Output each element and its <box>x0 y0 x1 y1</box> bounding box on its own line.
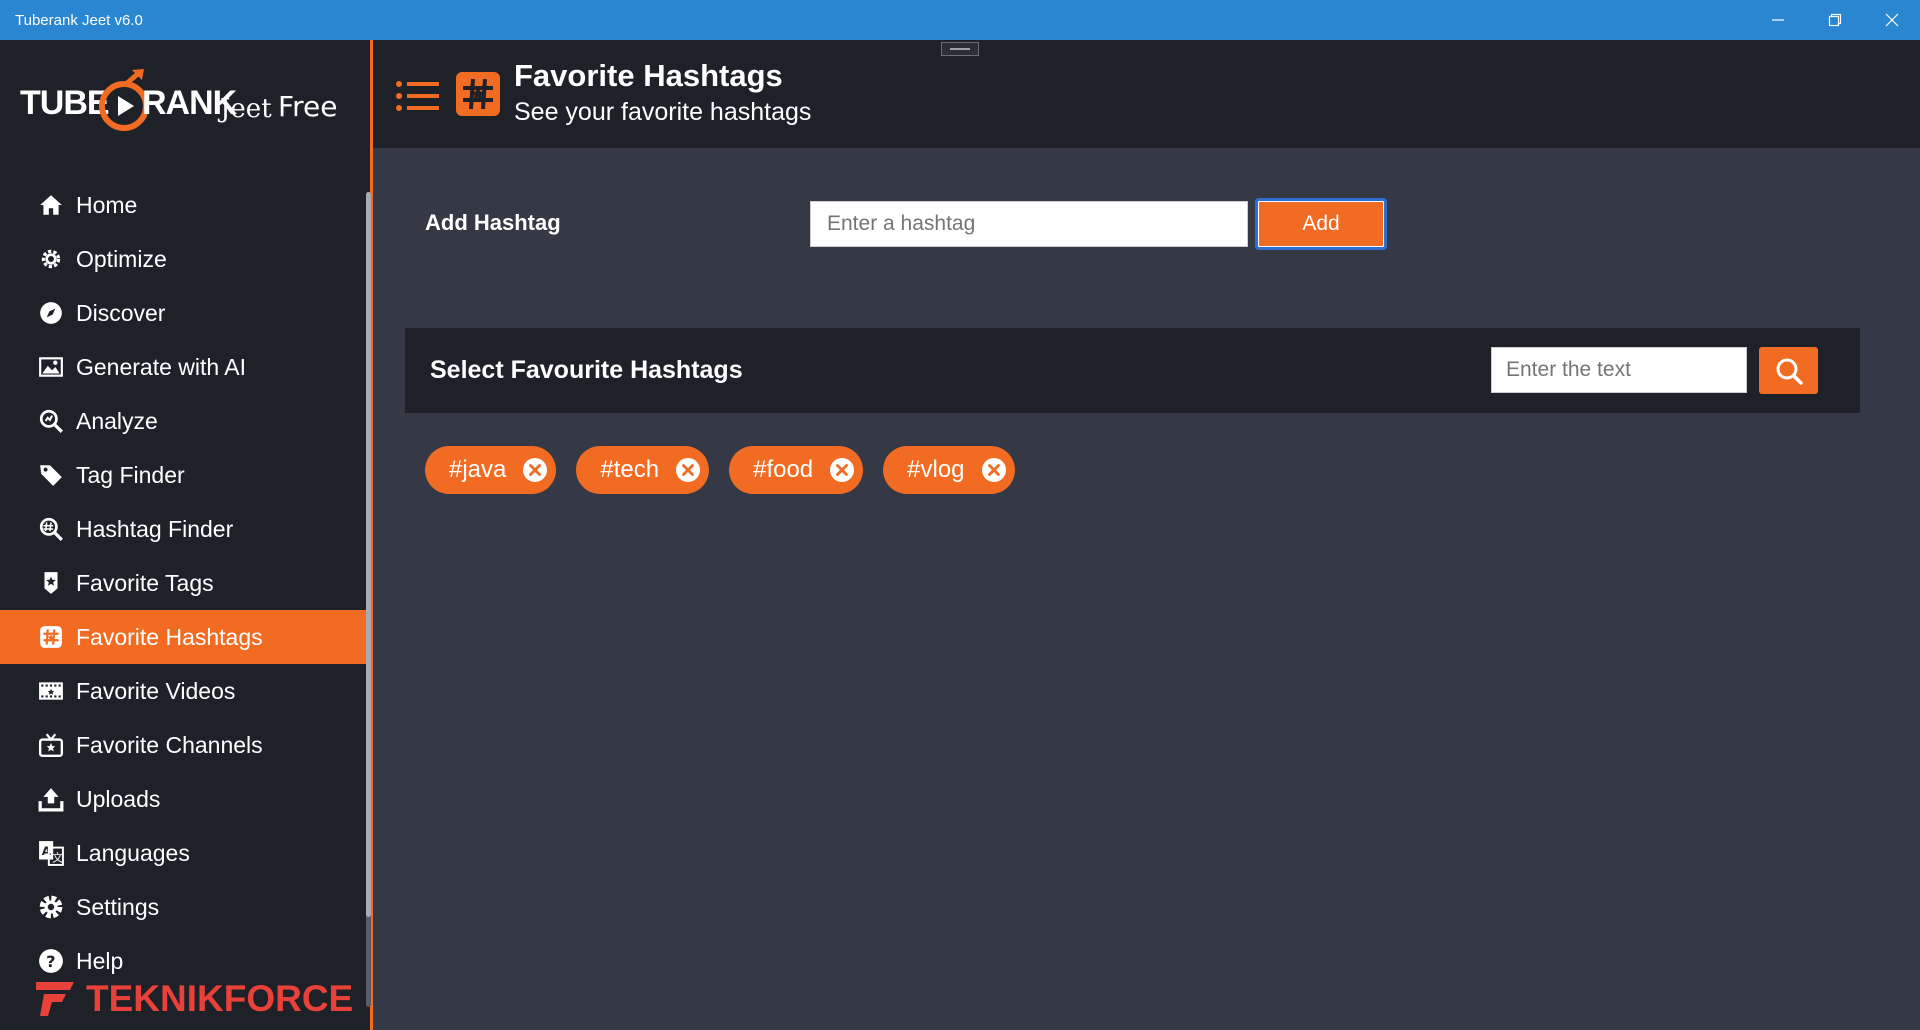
sidebar-item-home[interactable]: Home <box>0 178 366 232</box>
sidebar: TUBE RANK Jeet Free Home Optimize Discov… <box>0 40 373 1030</box>
logo-edition-text: Free <box>278 90 338 123</box>
page-subtitle: See your favorite hashtags <box>514 98 812 126</box>
restore-icon <box>1828 13 1841 27</box>
sidebar-item-label: Favorite Videos <box>76 677 236 704</box>
home-icon <box>36 190 66 220</box>
hashtag-chip-label: #java <box>449 456 507 483</box>
drag-handle[interactable] <box>941 42 979 56</box>
hashtag-chip[interactable]: #vlog <box>883 446 1015 494</box>
sidebar-item-tag-finder[interactable]: Tag Finder <box>0 448 366 502</box>
sidebar-item-languages[interactable]: A文 Languages <box>0 826 366 880</box>
settings-icon <box>36 892 66 922</box>
tv-icon <box>36 730 66 760</box>
close-icon <box>1885 13 1898 27</box>
teknikforce-logo: TEKNIKFORCE <box>34 974 354 1024</box>
svg-text:A: A <box>42 844 52 858</box>
favorite-hashtags-page-icon <box>456 72 500 116</box>
hashtag-chip-label: #food <box>753 456 814 483</box>
image-icon <box>36 352 66 382</box>
page-title: Favorite Hashtags <box>514 58 783 93</box>
sidebar-item-label: Hashtag Finder <box>76 515 234 542</box>
favorite-hashtag-icon <box>36 622 66 652</box>
svg-text:?: ? <box>46 952 55 971</box>
sidebar-item-label: Tag Finder <box>76 461 185 488</box>
remove-hashtag-icon[interactable] <box>981 457 1007 483</box>
window-controls <box>1749 0 1920 40</box>
sidebar-item-label: Uploads <box>76 785 161 812</box>
sidebar-item-settings[interactable]: Settings <box>0 880 366 934</box>
sidebar-item-favorite-hashtags[interactable]: Favorite Hashtags <box>0 610 366 664</box>
upload-icon <box>36 784 66 814</box>
film-icon <box>36 676 66 706</box>
sidebar-scrollbar-thumb[interactable] <box>366 192 371 917</box>
minimize-icon <box>1771 19 1784 21</box>
hashtag-chip[interactable]: #tech <box>576 446 710 494</box>
sidebar-item-label: Home <box>76 191 138 218</box>
hashtag-input[interactable] <box>810 201 1248 247</box>
sidebar-item-label: Discover <box>76 299 166 326</box>
hamburger-menu-icon[interactable] <box>395 78 441 118</box>
gear-icon <box>36 244 66 274</box>
sidebar-item-label: Favorite Channels <box>76 731 263 758</box>
help-icon: ? <box>36 946 66 976</box>
translate-icon: A文 <box>36 838 66 868</box>
teknikforce-mark-icon <box>36 982 74 1016</box>
search-button[interactable] <box>1759 347 1818 394</box>
remove-hashtag-icon[interactable] <box>829 457 855 483</box>
window-title: Tuberank Jeet v6.0 <box>15 11 143 29</box>
sidebar-item-label: Favorite Tags <box>76 569 214 596</box>
logo-jeet-text: Jeet <box>220 94 272 124</box>
search-icon <box>1776 358 1803 385</box>
page-header: Favorite Hashtags See your favorite hash… <box>373 40 1920 148</box>
sidebar-item-optimize[interactable]: Optimize <box>0 232 366 286</box>
sidebar-item-label: Settings <box>76 893 160 920</box>
tuberank-logo: TUBE RANK Jeet Free <box>18 52 348 132</box>
sidebar-item-favorite-tags[interactable]: Favorite Tags <box>0 556 366 610</box>
add-hashtag-button[interactable]: Add <box>1255 198 1387 250</box>
sidebar-item-generate-ai[interactable]: Generate with AI <box>0 340 366 394</box>
hashtag-search-icon <box>36 514 66 544</box>
sidebar-item-label: Languages <box>76 839 190 866</box>
minimize-button[interactable] <box>1749 0 1806 40</box>
hashtag-chip-list: #java #tech #food #vlog <box>425 446 1035 494</box>
sidebar-item-label: Optimize <box>76 245 167 272</box>
sidebar-item-discover[interactable]: Discover <box>0 286 366 340</box>
sidebar-item-label: Help <box>76 947 124 974</box>
sidebar-item-hashtag-finder[interactable]: Hashtag Finder <box>0 502 366 556</box>
hashtag-chip-label: #tech <box>600 456 660 483</box>
hashtag-chip[interactable]: #java <box>425 446 557 494</box>
sidebar-item-favorite-channels[interactable]: Favorite Channels <box>0 718 366 772</box>
section-title: Select Favourite Hashtags <box>430 356 743 384</box>
search-input[interactable] <box>1491 347 1747 393</box>
hashtag-chip-label: #vlog <box>907 456 965 483</box>
sidebar-item-analyze[interactable]: Analyze <box>0 394 366 448</box>
sidebar-item-favorite-videos[interactable]: Favorite Videos <box>0 664 366 718</box>
sidebar-item-label: Analyze <box>76 407 158 434</box>
remove-hashtag-icon[interactable] <box>522 457 548 483</box>
tag-icon <box>36 460 66 490</box>
add-hashtag-label: Add Hashtag <box>425 210 561 235</box>
compass-icon <box>36 298 66 328</box>
teknikforce-text: TEKNIKFORCE <box>86 978 354 1019</box>
title-bar: Tuberank Jeet v6.0 <box>0 0 1920 40</box>
restore-button[interactable] <box>1806 0 1863 40</box>
svg-text:文: 文 <box>52 851 63 865</box>
sidebar-item-uploads[interactable]: Uploads <box>0 772 366 826</box>
hashtag-chip[interactable]: #food <box>729 446 864 494</box>
analyze-icon <box>36 406 66 436</box>
sidebar-item-label: Generate with AI <box>76 353 247 380</box>
favorite-tag-icon <box>36 568 66 598</box>
sidebar-item-label: Favorite Hashtags <box>76 623 263 650</box>
favourite-hashtags-bar: Select Favourite Hashtags <box>405 328 1860 413</box>
close-button[interactable] <box>1863 0 1920 40</box>
remove-hashtag-icon[interactable] <box>675 457 701 483</box>
sidebar-nav: Home Optimize Discover Generate with AI … <box>0 178 366 988</box>
